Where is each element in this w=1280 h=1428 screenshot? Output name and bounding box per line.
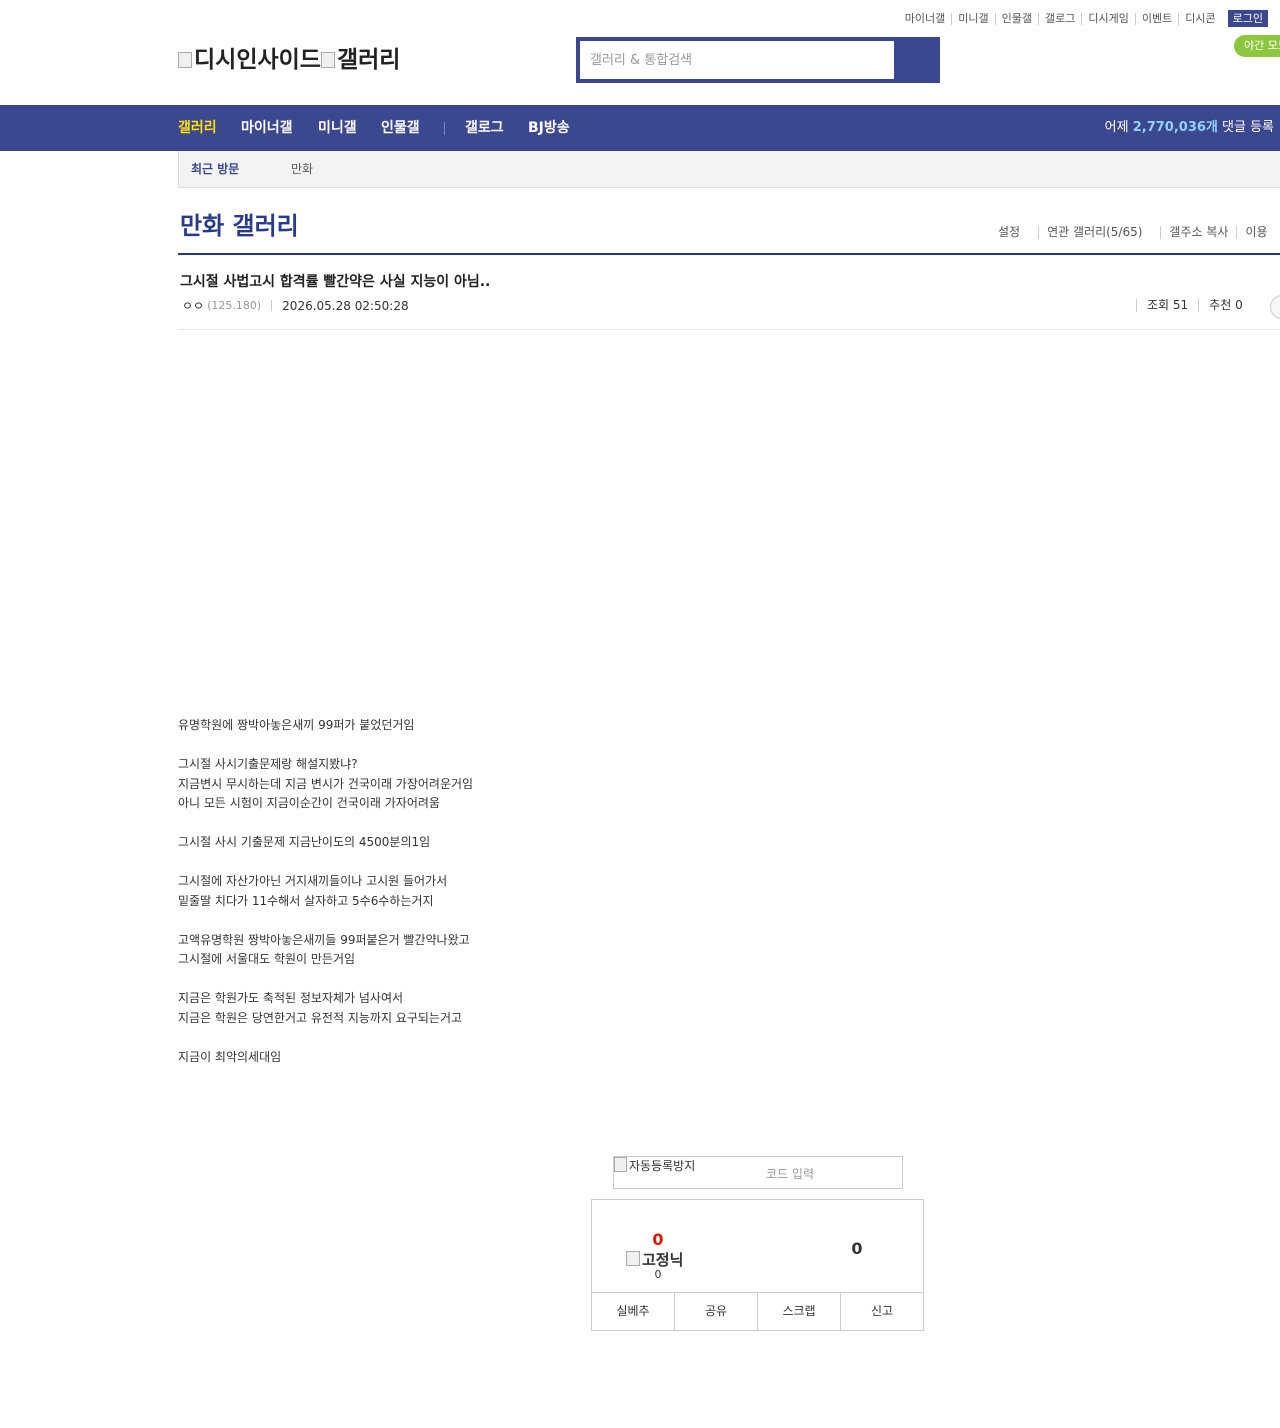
post-body-line: 지금이 최악의세대임 (178, 1049, 282, 1064)
main-nav: 갤러리 마이너갤 미니갤 인물갤 갤로그 BJ방송 어제 2,770,036개 … (0, 105, 1280, 151)
search-input[interactable] (580, 41, 894, 79)
nav-item-minor[interactable]: 마이너갤 (241, 105, 293, 151)
nav-item-person[interactable]: 인물갤 (381, 105, 420, 151)
recommend-up-count: 0 (652, 1230, 664, 1249)
share-button[interactable]: 공유 (674, 1293, 757, 1330)
broken-image-icon (320, 52, 335, 68)
post-recommends: 추천 0 (1198, 299, 1253, 312)
post-body-line (178, 853, 473, 873)
gallery-usage-link[interactable]: 이용 (1236, 226, 1275, 239)
util-link-minor[interactable]: 마이너갤 (899, 12, 951, 25)
title-divider (178, 253, 1280, 255)
post-body-line: 유명학원에 짱박아놓은새끼 99퍼가 붙었던거임 (178, 718, 415, 732)
recommend-down-count: 0 (851, 1239, 863, 1258)
login-button[interactable]: 로그인 (1227, 10, 1268, 27)
post-body-line: 그시절에 서울대도 학원이 만든거임 (178, 952, 356, 966)
comment-stat-suffix: 댓글 등록 (1217, 120, 1274, 135)
captcha-input[interactable] (764, 1162, 888, 1186)
gallery-settings-link[interactable]: 설정 (990, 226, 1038, 239)
recent-visit-item[interactable]: 만화 (291, 151, 313, 188)
nav-item-mini[interactable]: 미니갤 (318, 105, 357, 151)
comment-stat-prefix: 어제 (1104, 120, 1133, 135)
post-body: 유명학원에 짱박아놓은새끼 99퍼가 붙었던거임 그시절 사시기출문제랑 해설지… (178, 716, 473, 1067)
post-body-line (178, 970, 473, 990)
post-body-line: 고액유명학원 짱박아놓은새끼들 99퍼붙은거 빨간약나왔고 (178, 932, 470, 947)
post-body-line (178, 814, 473, 834)
post-author[interactable]: ㅇㅇ (182, 297, 204, 314)
post-views: 조회 51 (1136, 299, 1198, 312)
logo-text-dcinside: 디시인사이드 (194, 47, 321, 73)
scrap-button[interactable]: 스크랩 (757, 1293, 840, 1330)
post-body-line: 지금변시 무시하는데 지금 변시가 건국이래 가장어려운거임 (178, 776, 474, 791)
post-body-line (178, 736, 473, 756)
meta-divider (271, 300, 273, 311)
nav-divider (444, 122, 445, 135)
post-body-line (178, 1028, 473, 1048)
post-meta: ㅇㅇ (125.180) 2026.05.28 02:50:28 (182, 297, 409, 314)
captcha-box: 자동등록방지 (613, 1156, 903, 1189)
util-link-event[interactable]: 이벤트 (1134, 12, 1178, 25)
post-header-divider (178, 329, 1280, 330)
util-link-game[interactable]: 디시게임 (1081, 12, 1134, 25)
gallery-links: 설정 연관 갤러리(5/65) 갤주소 복사 이용 (990, 226, 1276, 239)
broken-image-icon (178, 52, 192, 68)
nav-item-gallery[interactable]: 갤러리 (178, 105, 217, 151)
post-body-line: 밑줄딸 치다가 11수해서 살자하고 5수6수하는거지 (178, 893, 434, 908)
comment-stat-number: 2,770,036개 (1132, 120, 1218, 135)
recent-visits-title[interactable]: 최근 방문 (191, 151, 239, 188)
search-box (576, 37, 940, 83)
post-body-line: 아니 모든 시험이 지금이순간이 건국이래 가자어려움 (178, 796, 440, 810)
recommend-actions: 실베추 공유 스크랩 신고 (592, 1292, 923, 1330)
post-body-line (178, 911, 473, 931)
copy-gallery-url-link[interactable]: 갤주소 복사 (1160, 226, 1236, 239)
fixed-nick-count: 0 (654, 1268, 662, 1281)
captcha-image-alt: 자동등록방지 (629, 1159, 696, 1173)
recent-visits-bar: 최근 방문 만화 (178, 151, 1280, 188)
nav-item-gallog[interactable]: 갤로그 (465, 105, 504, 151)
night-mode-button[interactable]: 야간 모드 (1234, 35, 1280, 57)
fixed-nick-recommend[interactable]: 고정닉 (626, 1249, 683, 1270)
post-stats: 조회 51 추천 0 (1136, 299, 1253, 312)
post-body-line: 지금은 학원은 당연한거고 유전적 지능까지 요구되는거고 (178, 1010, 463, 1025)
related-gallery-link[interactable]: 연관 갤러리(5/65) (1038, 226, 1160, 239)
util-link-person[interactable]: 인물갤 (994, 12, 1038, 25)
post-body-line: 그시절 사시 기출문제 지금난이도의 4500분의1임 (178, 835, 431, 849)
util-link-gallog[interactable]: 갤로그 (1038, 12, 1081, 25)
recommend-box: 0 고정닉 0 0 실베추 공유 스크랩 신고 (591, 1199, 924, 1331)
real-best-button[interactable]: 실베추 (592, 1293, 674, 1330)
post-body-line: 그시절 사시기출문제랑 해설지봤냐? (178, 757, 358, 771)
post-body-line: 지금은 학원가도 축적된 정보자체가 넘사여서 (178, 991, 404, 1005)
utility-links: 마이너갤 미니갤 인물갤 갤로그 디시게임 이벤트 디시콘 로그인 (899, 10, 1268, 27)
logo-text-gallery: 갤러리 (336, 47, 401, 73)
broken-image-icon (626, 1251, 640, 1266)
post-title: 그시절 사법고시 합격률 빨간약은 사실 지능이 아님.. (180, 274, 491, 290)
report-button[interactable]: 신고 (840, 1293, 923, 1330)
post-author-ip: (125.180) (207, 299, 262, 312)
site-logo[interactable]: 디시인사이드 갤러리 (178, 40, 400, 74)
post-body-line: 그시절에 자산가아닌 거지새끼들이나 고시원 들어가서 (178, 874, 448, 888)
nav-item-bj[interactable]: BJ방송 (528, 105, 570, 151)
broken-image-icon (614, 1157, 627, 1172)
util-link-mini[interactable]: 미니갤 (951, 12, 994, 25)
fixed-nick-label: 고정닉 (642, 1251, 684, 1269)
post-date: 2026.05.28 02:50:28 (282, 298, 409, 313)
captcha-image: 자동등록방지 (614, 1157, 695, 1174)
comment-count-button[interactable] (1270, 295, 1280, 319)
search-button[interactable] (896, 37, 940, 83)
gallery-title[interactable]: 만화 갤러리 (180, 206, 299, 241)
util-link-dcon[interactable]: 디시콘 (1178, 12, 1221, 25)
comment-stat: 어제 2,770,036개 댓글 등록 (1105, 105, 1274, 151)
